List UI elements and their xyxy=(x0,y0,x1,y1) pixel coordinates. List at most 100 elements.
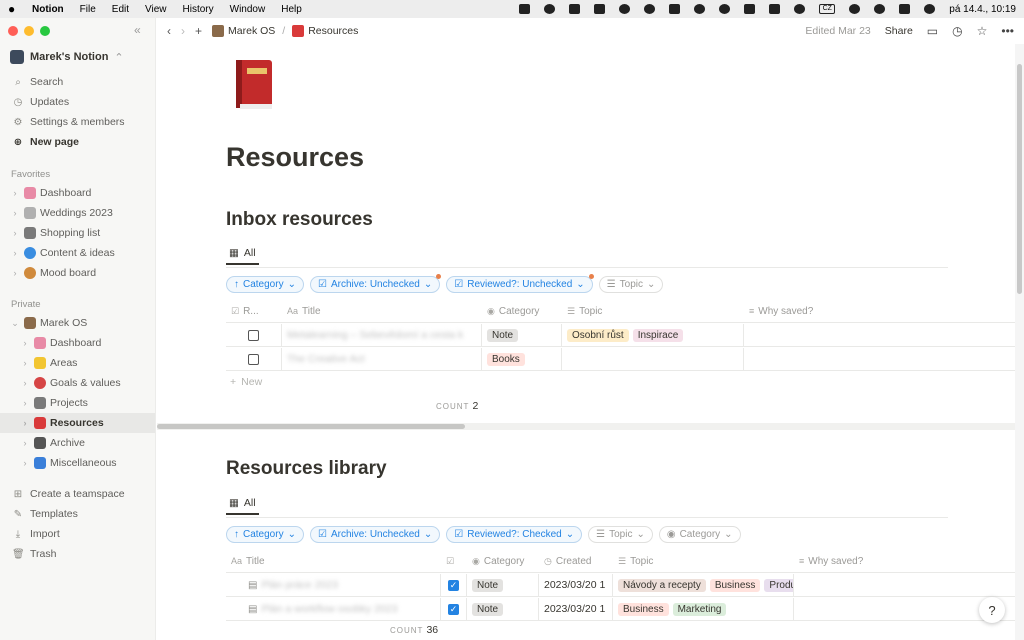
siri-icon[interactable] xyxy=(924,4,936,14)
menu-app[interactable]: Notion xyxy=(32,4,64,15)
forward-icon[interactable]: › xyxy=(181,24,185,38)
help-button[interactable]: ? xyxy=(979,597,1005,623)
favorite-weddings[interactable]: › Weddings 2023 xyxy=(10,203,113,223)
chevron-right-icon[interactable]: › xyxy=(10,188,20,198)
close-window-button[interactable] xyxy=(8,26,18,36)
why-saved-cell[interactable] xyxy=(744,324,1015,346)
sidebar-create-teamspace[interactable]: ⊞ Create a teamspace xyxy=(12,485,125,503)
table-row[interactable]: Metalearning – Sebevědomí a cesta k Note… xyxy=(226,324,1015,347)
breadcrumb-resources[interactable]: Resources xyxy=(308,25,358,37)
sidebar-templates[interactable]: ✎ Templates xyxy=(12,505,78,523)
horizontal-scrollbar[interactable] xyxy=(157,423,1015,430)
library-view-tab-all[interactable]: ▦ All xyxy=(226,493,259,515)
sidebar-item-resources[interactable]: › Resources xyxy=(0,413,155,433)
minimize-window-button[interactable] xyxy=(24,26,34,36)
inbox-filter-reviewed[interactable]: ☑ Reviewed?: Unchecked ⌄ xyxy=(446,274,594,293)
menu-view[interactable]: View xyxy=(145,4,167,15)
sidebar-new-page[interactable]: ⊕ New page xyxy=(12,133,79,151)
wifi-icon[interactable] xyxy=(794,4,806,14)
sidebar-item-goals[interactable]: › Goals & values xyxy=(20,373,121,393)
chevron-right-icon[interactable]: › xyxy=(10,228,20,238)
chevron-right-icon[interactable]: › xyxy=(10,248,20,258)
column-header-created[interactable]: ◷ Created xyxy=(539,550,613,572)
reviewed-checkbox[interactable] xyxy=(248,329,259,341)
inbox-filter-archive[interactable]: ☑ Archive: Unchecked ⌄ xyxy=(309,274,442,293)
apple-icon[interactable]: ● xyxy=(8,3,20,15)
favorite-shopping-list[interactable]: › Shopping list xyxy=(10,223,100,243)
tray-flag-icon[interactable] xyxy=(744,4,756,14)
library-filter-topic[interactable]: ☰ Topic ⌄ xyxy=(588,526,653,543)
tray-app-icon[interactable] xyxy=(519,4,531,14)
menu-edit[interactable]: Edit xyxy=(112,4,129,15)
chevron-right-icon[interactable]: › xyxy=(20,398,30,408)
table-row[interactable]: The Creative Act Books xyxy=(226,348,1015,371)
book-icon[interactable] xyxy=(232,58,276,112)
chevron-right-icon[interactable]: › xyxy=(20,358,30,368)
reviewed-checkbox[interactable] xyxy=(248,353,259,365)
tray-moon-icon[interactable] xyxy=(719,4,731,14)
favorite-content-ideas[interactable]: › Content & ideas xyxy=(10,243,115,263)
table-row[interactable]: ▤ Plán práce 2023 ✓ Note 2023/03/20 1 Náv… xyxy=(226,574,1015,597)
tray-sync-icon[interactable] xyxy=(544,4,556,14)
tray-image-icon[interactable] xyxy=(594,4,606,14)
vertical-scrollbar[interactable] xyxy=(1015,44,1024,640)
comments-icon[interactable]: ▭ xyxy=(927,24,938,38)
breadcrumb-marek-os[interactable]: Marek OS xyxy=(228,25,275,37)
inbox-filter-topic[interactable]: ☰ Topic ⌄ xyxy=(598,276,664,293)
chevron-right-icon[interactable]: › xyxy=(20,438,30,448)
input-source-indicator[interactable]: CZ xyxy=(819,4,836,14)
tray-hat-icon[interactable] xyxy=(619,4,631,14)
chevron-right-icon[interactable]: › xyxy=(20,418,30,428)
chevron-right-icon[interactable]: › xyxy=(20,378,30,388)
chevron-right-icon[interactable]: › xyxy=(10,208,20,218)
created-cell[interactable]: 2023/03/20 1 xyxy=(539,574,613,596)
sidebar-item-archive[interactable]: › Archive xyxy=(20,433,85,453)
sidebar-item-projects[interactable]: › Projects xyxy=(20,393,88,413)
menu-history[interactable]: History xyxy=(183,4,214,15)
tray-link-icon[interactable] xyxy=(694,4,706,14)
favorite-dashboard[interactable]: › Dashboard xyxy=(10,183,91,203)
column-header-category[interactable]: ◉ Category xyxy=(467,550,539,572)
chevron-down-icon[interactable]: ⌄ xyxy=(10,318,20,329)
spotlight-icon[interactable] xyxy=(874,4,886,14)
tray-cloud-icon[interactable] xyxy=(644,4,656,14)
control-center-icon[interactable] xyxy=(899,4,911,14)
table-row[interactable]: ▤ Plán a workflow osobky 2023 ✓ Note 2023… xyxy=(226,598,1015,621)
sidebar-item-miscellaneous[interactable]: › Miscellaneous xyxy=(20,453,117,473)
menubar-clock[interactable]: pá 14.4., 10:19 xyxy=(949,4,1016,15)
sidebar-settings[interactable]: ⚙ Settings & members xyxy=(12,113,125,131)
more-options-icon[interactable]: ••• xyxy=(1001,24,1014,38)
sidebar-item-areas[interactable]: › Areas xyxy=(20,353,77,373)
column-header-title[interactable]: Aa Title xyxy=(282,300,482,322)
history-icon[interactable]: ◷ xyxy=(952,24,962,38)
column-header-why-saved[interactable]: ≡ Why saved? xyxy=(744,300,1015,322)
tray-text-icon[interactable] xyxy=(569,4,581,14)
inbox-sort-category[interactable]: ↑ Category ⌄ xyxy=(226,276,304,293)
library-filter-archive[interactable]: ☑ Archive: Unchecked ⌄ xyxy=(309,526,441,543)
sidebar-trash[interactable]: 🗑 Trash xyxy=(12,545,56,563)
why-saved-cell[interactable] xyxy=(744,348,1015,370)
column-header-topic[interactable]: ☰ Topic xyxy=(613,550,794,572)
back-icon[interactable]: ‹ xyxy=(167,24,171,38)
topic-cell[interactable] xyxy=(562,348,744,370)
reviewed-checkbox[interactable]: ✓ xyxy=(448,603,459,615)
column-header-reviewed[interactable]: ☑ R... xyxy=(226,300,282,322)
column-header-why-saved[interactable]: ≡ Why saved? xyxy=(794,550,1015,572)
column-header-category[interactable]: ◉ Category xyxy=(482,300,562,322)
battery-icon[interactable] xyxy=(769,4,781,14)
library-filter-reviewed[interactable]: ☑ Reviewed?: Checked ⌄ xyxy=(446,526,583,543)
sidebar-search[interactable]: ⌕ Search xyxy=(12,73,63,91)
bluetooth-icon[interactable] xyxy=(849,4,861,14)
collapse-sidebar-icon[interactable]: « xyxy=(134,23,141,37)
created-cell[interactable]: 2023/03/20 1 xyxy=(539,598,613,620)
chevron-right-icon[interactable]: › xyxy=(20,338,30,348)
sidebar-import[interactable]: ⤓ Import xyxy=(12,525,60,543)
chevron-right-icon[interactable]: › xyxy=(20,458,30,468)
column-header-topic[interactable]: ☰ Topic xyxy=(562,300,744,322)
share-button[interactable]: Share xyxy=(885,25,913,37)
library-sort-category[interactable]: ↑ Category ⌄ xyxy=(226,526,304,543)
reviewed-checkbox[interactable]: ✓ xyxy=(448,579,459,591)
workspace-switcher[interactable]: Marek's Notion ⌃ xyxy=(10,50,124,64)
menu-window[interactable]: Window xyxy=(230,4,266,15)
page-marek-os[interactable]: ⌄ Marek OS xyxy=(10,313,87,333)
